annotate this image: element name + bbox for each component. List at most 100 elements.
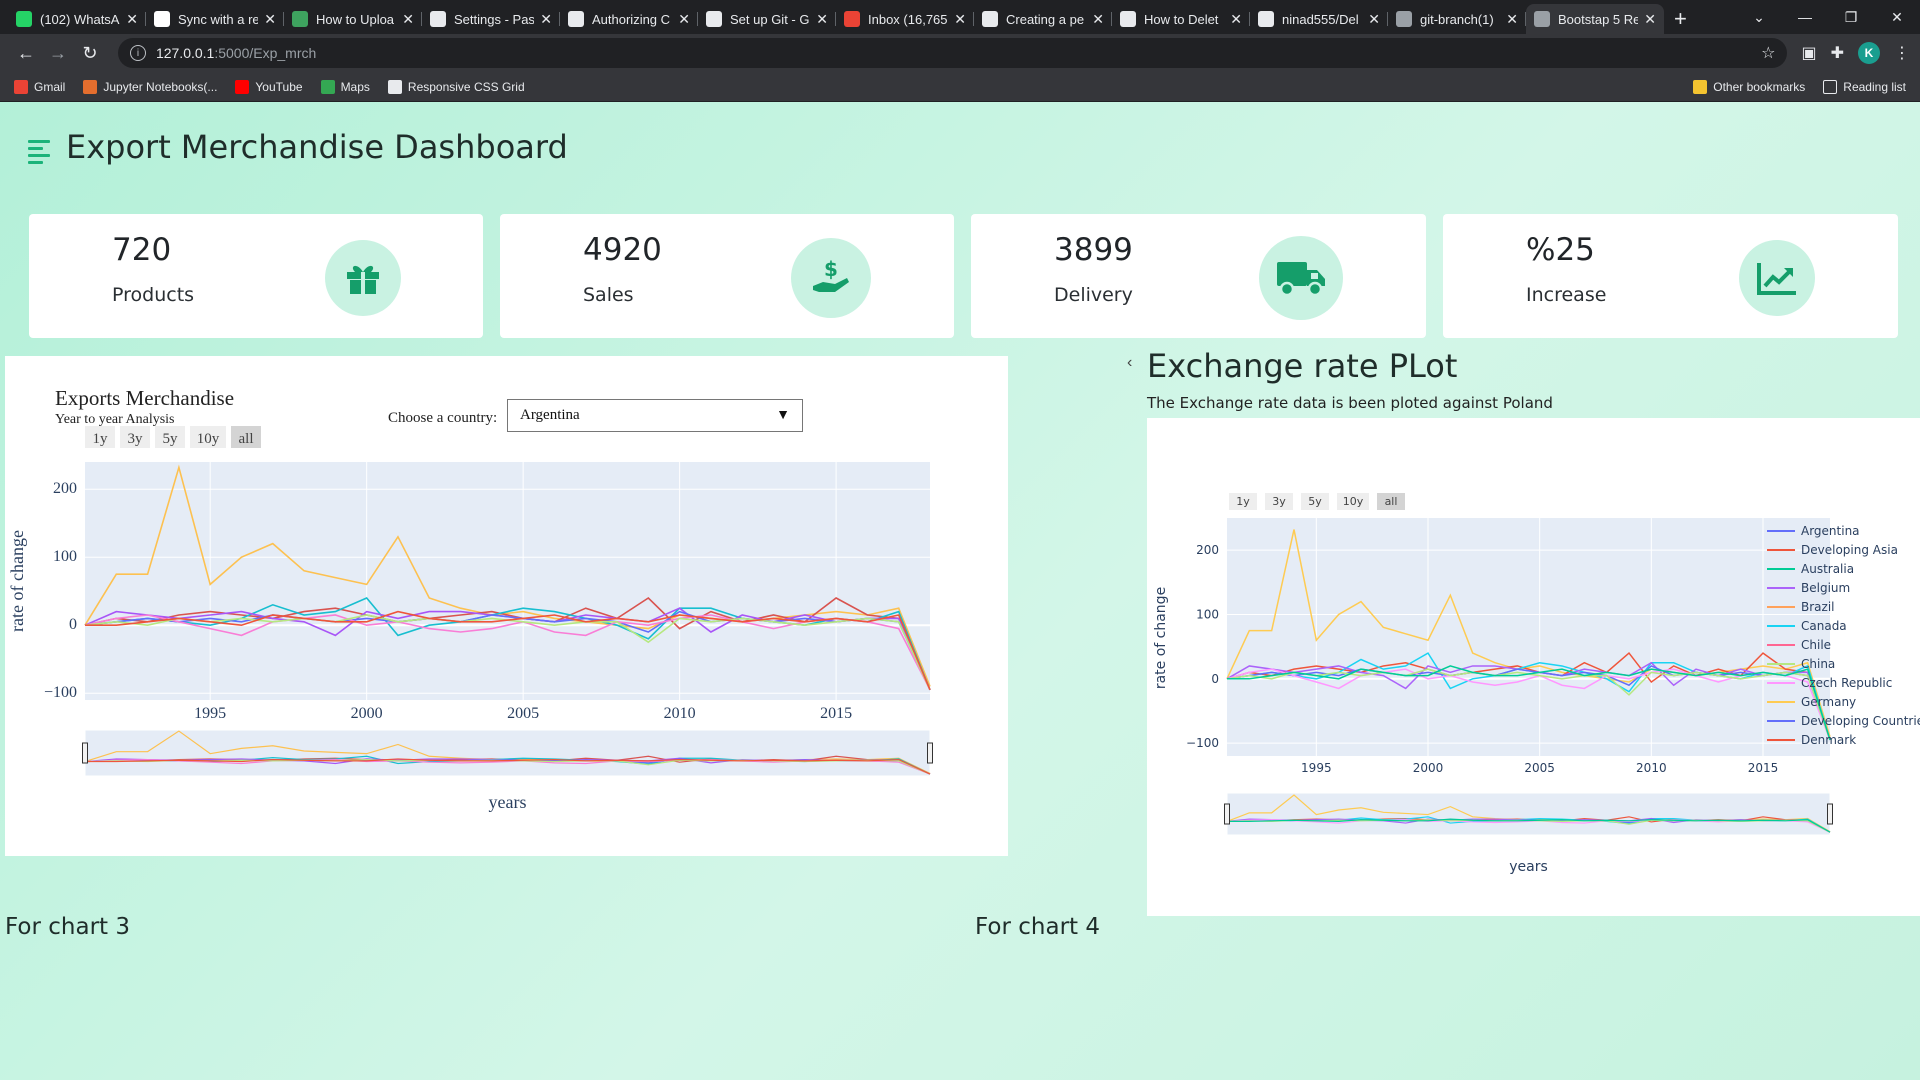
legend-item[interactable]: Brazil <box>1801 600 1835 614</box>
range-button-3y[interactable]: 3y <box>1265 493 1293 510</box>
svg-text:$: $ <box>824 257 838 281</box>
legend-item[interactable]: Developing Countrie <box>1801 714 1920 728</box>
browser-tab[interactable]: (102) WhatsA ✕ <box>8 4 146 34</box>
range-button-10y[interactable]: 10y <box>190 426 226 448</box>
close-window-icon[interactable]: ✕ <box>1874 0 1920 34</box>
browser-tab[interactable]: Set up Git - G ✕ <box>698 4 836 34</box>
restore-icon[interactable]: ❐ <box>1828 0 1874 34</box>
tab-title: git-branch(1) <box>1420 11 1494 27</box>
tab-title: How to Uploa <box>316 11 395 27</box>
legend-item[interactable]: Argentina <box>1801 524 1860 538</box>
tab-close-icon[interactable]: ✕ <box>678 11 690 28</box>
legend-item[interactable]: Belgium <box>1801 581 1850 595</box>
tab-close-icon[interactable]: ✕ <box>540 11 552 28</box>
x-tick-label: 2010 <box>664 705 696 722</box>
range-button-10y[interactable]: 10y <box>1337 493 1369 510</box>
x-tick-label: 2000 <box>351 705 383 722</box>
tab-close-icon[interactable]: ✕ <box>1644 11 1656 28</box>
site-info-icon[interactable]: i <box>129 45 146 61</box>
folder-icon <box>1693 79 1708 94</box>
range-button-1y[interactable]: 1y <box>85 426 115 448</box>
minimize-icon[interactable]: — <box>1782 0 1828 34</box>
bookmark-star-icon[interactable]: ☆ <box>1761 43 1775 63</box>
bookmark-item[interactable]: Maps <box>320 79 370 94</box>
bookmark-item[interactable]: Jupyter Notebooks(... <box>83 79 217 94</box>
bookmark-item[interactable]: YouTube <box>235 79 303 94</box>
bookmark-label: Gmail <box>34 79 66 94</box>
slider-handle-right[interactable] <box>927 742 933 764</box>
tab-title: Sync with a re <box>178 11 259 27</box>
bookmark-item[interactable]: Gmail <box>14 79 66 94</box>
menu-dots-icon[interactable]: ⋮ <box>1894 43 1910 63</box>
profile-avatar[interactable]: K <box>1857 42 1880 64</box>
legend-item[interactable]: Czech Republic <box>1801 676 1892 690</box>
browser-tab[interactable]: Inbox (16,765 ✕ <box>836 4 974 34</box>
card-label: Increase <box>1526 284 1607 306</box>
slider-handle-left[interactable] <box>82 742 88 764</box>
legend-item[interactable]: China <box>1801 657 1835 671</box>
browser-tab[interactable]: ninad555/Del ✕ <box>1250 4 1388 34</box>
range-button-all[interactable]: all <box>231 426 261 448</box>
browser-tab[interactable]: How to Delet ✕ <box>1112 4 1250 34</box>
tab-close-icon[interactable]: ✕ <box>126 11 138 28</box>
browser-tab[interactable]: Creating a pe ✕ <box>974 4 1112 34</box>
range-button-5y[interactable]: 5y <box>155 426 185 448</box>
tab-close-icon[interactable]: ✕ <box>264 11 276 28</box>
legend-item[interactable]: Denmark <box>1801 733 1856 747</box>
browser-tab[interactable]: Sync with a re ✕ <box>146 4 284 34</box>
range-button-5y[interactable]: 5y <box>1301 493 1329 510</box>
forward-icon[interactable]: → <box>42 43 74 64</box>
browser-tab[interactable]: Authorizing C ✕ <box>560 4 698 34</box>
exports-chart-panel: Exports Merchandise Year to year Analysi… <box>5 356 1008 856</box>
tab-search-icon[interactable]: ⌄ <box>1736 0 1782 34</box>
legend-item[interactable]: Canada <box>1801 619 1847 633</box>
card-sales: 4920 Sales $ <box>500 214 954 338</box>
range-button-all[interactable]: all <box>1377 493 1405 510</box>
other-bookmarks[interactable]: Other bookmarks <box>1693 79 1805 94</box>
reading-list[interactable]: Reading list <box>1823 79 1906 94</box>
tab-close-icon[interactable]: ✕ <box>816 11 828 28</box>
browser-tab[interactable]: Bootstap 5 Re ✕ <box>1526 4 1664 34</box>
browser-tab[interactable]: Settings - Pas ✕ <box>422 4 560 34</box>
browser-tab[interactable]: git-branch(1) ✕ <box>1388 4 1526 34</box>
card-value: %25 <box>1526 232 1595 268</box>
slider-handle-left[interactable] <box>1224 803 1230 825</box>
x-tick-label: 2005 <box>507 705 539 722</box>
url-input[interactable]: i 127.0.0.1:5000/Exp_mrch ☆ <box>117 38 1788 68</box>
grid-icon <box>387 79 402 94</box>
exports-line-chart[interactable]: 1995 2000 2005 2010 2015 −100 0 100 200 rate of c… <box>5 356 1008 856</box>
tab-close-icon[interactable]: ✕ <box>402 11 414 28</box>
globe-icon <box>1534 11 1550 27</box>
tab-title: Creating a pe <box>1006 11 1085 27</box>
legend-item[interactable]: Developing Asia <box>1801 543 1898 557</box>
exchange-line-chart[interactable]: 1995 2000 2005 2010 2015 −100 0 100 200 rate of c… <box>1147 418 1920 916</box>
chart2-description: The Exchange rate data is been ploted ag… <box>1147 394 1553 412</box>
back-icon[interactable]: ← <box>10 43 42 64</box>
browser-tab[interactable]: How to Uploa ✕ <box>284 4 422 34</box>
hamburger-menu-icon[interactable] <box>28 140 50 168</box>
whatsapp-icon <box>16 11 32 27</box>
chart2-title: Exchange rate PLot <box>1147 347 1458 385</box>
tab-close-icon[interactable]: ✕ <box>954 11 966 28</box>
plot-area <box>85 462 930 700</box>
slider-handle-right[interactable] <box>1827 803 1833 825</box>
legend-item[interactable]: Chile <box>1801 638 1831 652</box>
tab-close-icon[interactable]: ✕ <box>1230 11 1242 28</box>
tab-close-icon[interactable]: ✕ <box>1092 11 1104 28</box>
dev-icon <box>1120 11 1136 27</box>
new-tab-button[interactable]: + <box>1674 4 1687 34</box>
extensions-icon[interactable]: ✚ <box>1831 43 1844 63</box>
y-tick-label: −100 <box>44 684 77 701</box>
tab-close-icon[interactable]: ✕ <box>1506 11 1518 28</box>
media-icon[interactable]: ▣ <box>1801 43 1816 63</box>
range-button-1y[interactable]: 1y <box>1229 493 1257 510</box>
github-icon <box>982 11 998 27</box>
tab-close-icon[interactable]: ✕ <box>1368 11 1380 28</box>
bookmark-item[interactable]: Responsive CSS Grid <box>387 79 525 94</box>
collapse-chevron-icon[interactable]: ‹ <box>1127 354 1132 372</box>
reload-icon[interactable]: ↻ <box>74 43 106 64</box>
y-axis-title: rate of change <box>7 530 27 632</box>
legend-item[interactable]: Germany <box>1801 695 1856 709</box>
range-button-3y[interactable]: 3y <box>120 426 150 448</box>
legend-item[interactable]: Australia <box>1801 562 1854 576</box>
